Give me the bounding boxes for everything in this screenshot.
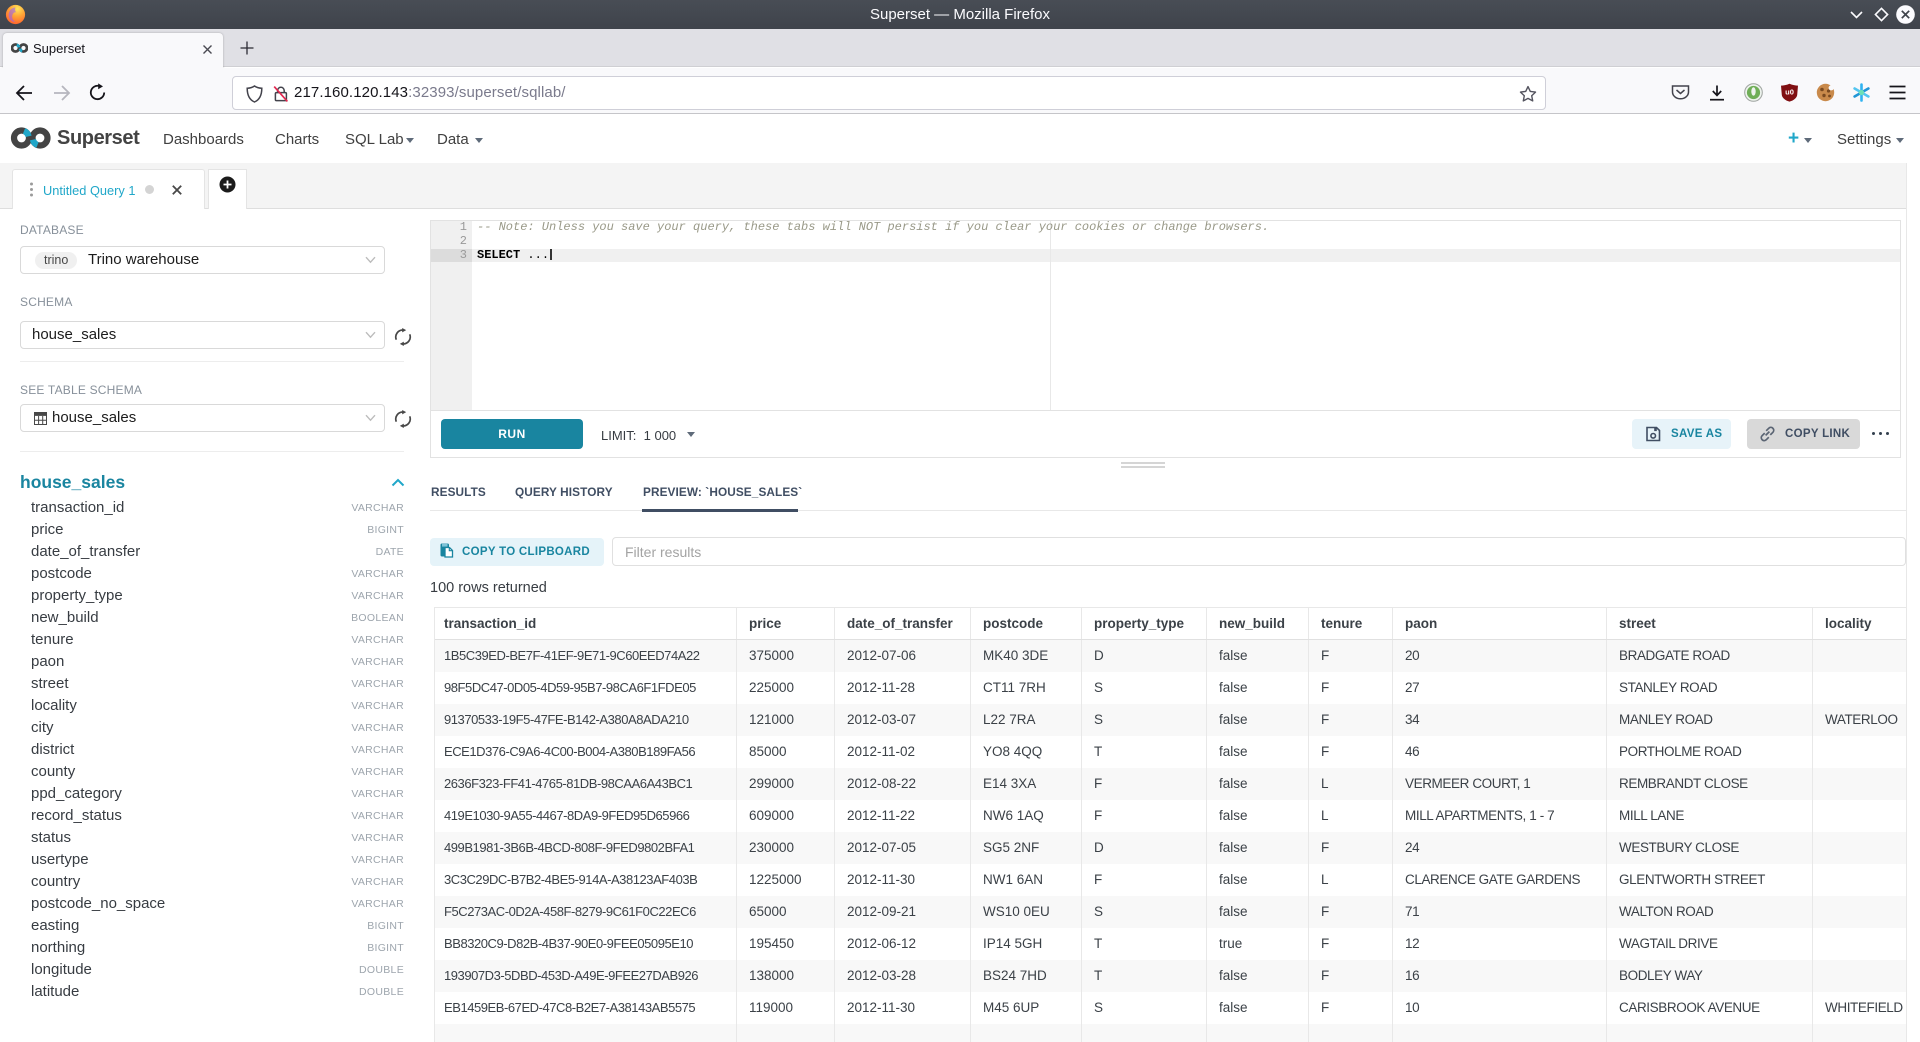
svg-text:u0: u0 [1785, 88, 1794, 97]
